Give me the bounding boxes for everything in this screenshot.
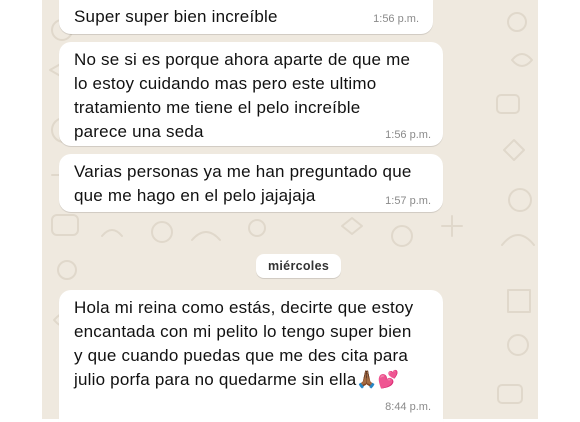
message-text: Hola mi reina como estás, decirte que es… xyxy=(74,298,414,389)
day-separator: miércoles xyxy=(256,254,342,278)
message-text: No se si es porque ahora aparte de que m… xyxy=(74,50,411,141)
message-bubble[interactable]: Super super bien increíble 1:56 p.m. xyxy=(59,0,433,34)
message-bubble[interactable]: Hola mi reina como estás, decirte que es… xyxy=(59,290,443,422)
message-timestamp: 1:56 p.m. xyxy=(373,13,419,25)
message-timestamp: 1:56 p.m. xyxy=(385,129,431,141)
message-bubble[interactable]: No se si es porque ahora aparte de que m… xyxy=(59,42,443,146)
message-bubble[interactable]: Varias personas ya me han preguntado que… xyxy=(59,154,443,212)
message-text: Super super bien increíble xyxy=(74,7,278,26)
message-text: Varias personas ya me han preguntado que… xyxy=(74,162,412,205)
message-timestamp: 8:44 p.m. xyxy=(385,401,431,413)
message-timestamp: 1:57 p.m. xyxy=(385,195,431,207)
